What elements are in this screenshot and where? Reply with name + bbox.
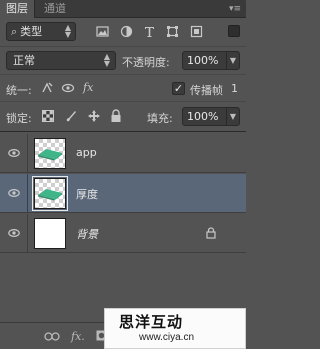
opacity-label: 不透明度:: [122, 56, 170, 69]
lock-position-icon[interactable]: [87, 109, 101, 123]
blend-mode-value: 正常: [13, 54, 35, 67]
layer-thumbnail: [34, 138, 66, 169]
opacity-field[interactable]: 100% ▼: [182, 51, 240, 70]
search-icon: ⌕: [11, 25, 18, 38]
filter-toggle-switch[interactable]: [228, 25, 240, 37]
layer-thumbnail: [34, 218, 66, 249]
lock-row: 锁定: 填充: 100% ▼: [0, 101, 246, 130]
layer-name[interactable]: app: [76, 146, 97, 159]
fill-field[interactable]: 100% ▼: [182, 107, 240, 126]
opacity-value: 100%: [187, 54, 219, 67]
layer-row-background[interactable]: 背景: [0, 214, 246, 253]
layer-lock-icon: [206, 227, 216, 239]
select-arrows-icon: ▲ ▼: [64, 23, 71, 39]
filter-row: ⌕ 类型 ▲ ▼: [0, 18, 246, 46]
lock-image-pixels-icon[interactable]: [64, 109, 78, 123]
watermark: 思洋互动 www.ciya.cn: [104, 308, 246, 349]
panel-tab-bar: 图层 通道 ▾≡: [0, 0, 246, 18]
unify-row: 统一: fx ✓ 传播帧 1: [0, 74, 246, 101]
layer-name[interactable]: 背景: [76, 226, 98, 242]
eye-icon: [8, 188, 20, 198]
layers-panel: 图层 通道 ▾≡ ⌕ 类型 ▲ ▼ 正常 ▲ ▼ 不透明度: 100% ▼ 统一…: [0, 0, 246, 349]
svg-text:fx: fx: [82, 81, 94, 94]
watermark-title: 思洋互动: [119, 313, 184, 331]
layer-row-app[interactable]: app: [0, 134, 246, 173]
unify-visibility-icon[interactable]: [61, 81, 75, 95]
select-arrows-icon: ▲ ▼: [103, 52, 110, 68]
opacity-dropdown-icon[interactable]: ▼: [226, 52, 239, 69]
propagate-frame-label: 传播帧: [190, 84, 223, 97]
fill-value: 100%: [187, 110, 219, 123]
unify-label: 统一:: [6, 84, 32, 97]
blend-mode-select[interactable]: 正常 ▲ ▼: [6, 51, 116, 70]
lock-label: 锁定:: [6, 112, 32, 125]
fill-label: 填充:: [147, 112, 173, 125]
unify-position-icon[interactable]: [40, 81, 54, 95]
image-filter-icon[interactable]: [96, 25, 109, 38]
smart-object-filter-icon[interactable]: [190, 25, 203, 38]
shape-filter-icon[interactable]: [166, 25, 179, 38]
watermark-url: www.ciya.cn: [139, 332, 195, 343]
panel-menu-icon[interactable]: ▾≡: [228, 3, 242, 15]
type-filter-icon[interactable]: [143, 25, 156, 38]
lock-transparent-pixels-icon[interactable]: [42, 110, 54, 122]
link-icon[interactable]: [44, 332, 60, 341]
fill-dropdown-icon[interactable]: ▼: [226, 108, 239, 125]
unify-style-icon[interactable]: fx: [82, 80, 100, 94]
tab-layers[interactable]: 图层: [0, 0, 35, 18]
tab-channels[interactable]: 通道: [38, 0, 72, 18]
layers-list: app 厚度 背景: [0, 131, 246, 321]
adjustment-filter-icon[interactable]: [120, 25, 133, 38]
fx-icon[interactable]: fx.: [71, 330, 85, 343]
filter-kind-select[interactable]: ⌕ 类型 ▲ ▼: [6, 22, 76, 41]
eye-icon: [8, 228, 20, 238]
layer-art-image: [38, 189, 62, 201]
filter-kind-label: 类型: [20, 25, 43, 38]
propagate-frame-checkbox[interactable]: ✓: [172, 82, 185, 95]
layer-art-image: [38, 149, 62, 161]
blend-row: 正常 ▲ ▼ 不透明度: 100% ▼: [0, 46, 246, 74]
layer-visibility-toggle[interactable]: [0, 214, 28, 252]
layer-visibility-toggle[interactable]: [0, 174, 28, 212]
frame-number: 1: [231, 82, 238, 95]
eye-icon: [8, 148, 20, 158]
layer-thumbnail: [32, 176, 68, 211]
layer-visibility-toggle[interactable]: [0, 134, 28, 172]
lock-all-icon[interactable]: [110, 109, 122, 123]
layer-name[interactable]: 厚度: [76, 186, 98, 202]
layer-row-thickness[interactable]: 厚度: [0, 174, 246, 213]
